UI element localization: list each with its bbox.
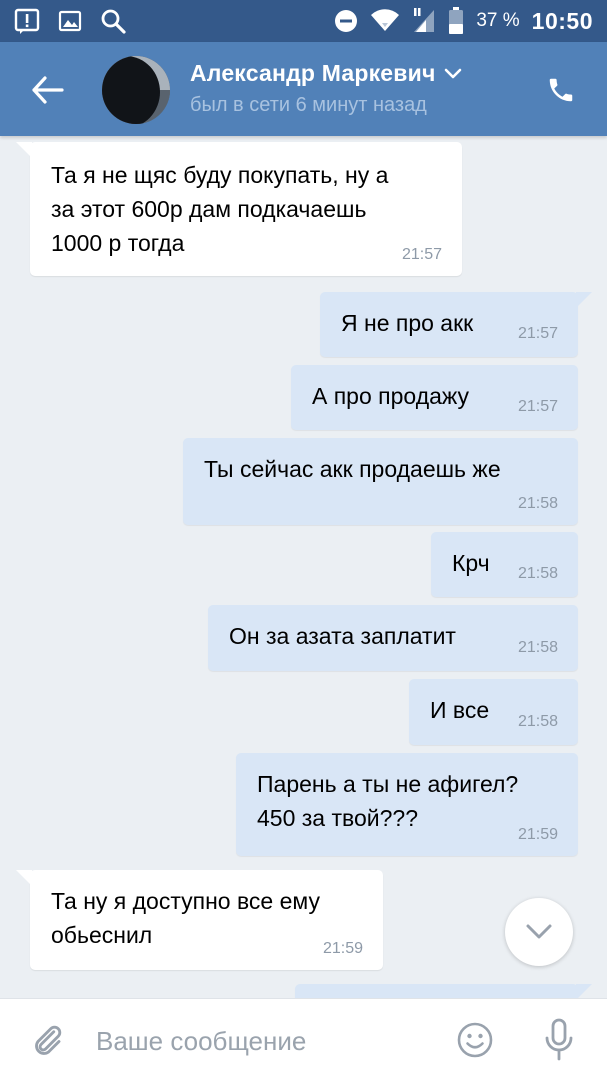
message-bubble-outgoing[interactable]: Я не про акк 21:57 — [320, 292, 592, 357]
chat-header: Александр Маркевич был в сети 6 минут на… — [0, 42, 607, 136]
back-button[interactable] — [26, 68, 70, 112]
contact-name: Александр Маркевич — [190, 60, 436, 86]
message-time: 21:59 — [322, 940, 363, 957]
message-bubble-incoming[interactable]: Та я не щяс буду покупать, ну а за этот … — [16, 142, 462, 276]
wifi-icon — [370, 9, 400, 33]
battery-icon — [448, 7, 464, 35]
message-bubble-outgoing[interactable]: А про продажу 21:57 — [291, 365, 578, 430]
message-text: И все — [430, 697, 490, 723]
chevron-down-icon — [525, 923, 553, 941]
message-time: 21:58 — [517, 713, 558, 730]
message-text: Та я не щяс буду покупать, ну а за этот … — [51, 162, 389, 256]
chevron-down-icon — [444, 68, 462, 80]
message-bubble-outgoing-partial[interactable] — [295, 984, 592, 998]
message-time: 21:58 — [517, 565, 558, 582]
clock: 10:50 — [531, 7, 593, 34]
contact-name-row[interactable]: Александр Маркевич — [190, 60, 462, 87]
message-text: Та ну я доступно все ему обьеснил — [51, 888, 320, 948]
phone-icon — [546, 75, 576, 105]
message-text: Крч — [452, 550, 490, 576]
message-bubble-outgoing[interactable]: И все 21:58 — [409, 679, 578, 745]
contact-status: был в сети 6 минут назад — [190, 94, 427, 116]
emoji-button[interactable] — [452, 1017, 498, 1063]
message-time: 21:57 — [517, 398, 558, 415]
status-bar: 37 % 10:50 — [0, 0, 607, 42]
message-bubble-outgoing[interactable]: Ты сейчас акк продаешь же 21:58 — [183, 438, 578, 525]
search-icon — [100, 8, 126, 34]
bubble-tail — [16, 870, 32, 886]
message-time: 21:57 — [517, 325, 558, 342]
bubble-tail — [576, 984, 592, 998]
message-input[interactable] — [96, 1021, 426, 1061]
call-button[interactable] — [539, 68, 583, 112]
message-bubble-outgoing[interactable]: Он за азата заплатит 21:58 — [208, 605, 578, 671]
message-time: 21:58 — [517, 495, 558, 512]
message-list[interactable]: Та я не щяс буду покупать, ну а за этот … — [0, 136, 607, 998]
bubble-tail — [16, 142, 32, 158]
message-text: Парень а ты не афигел? 450 за твой??? — [257, 771, 519, 831]
message-text: Он за азата заплатит — [229, 623, 456, 649]
notification-alert-icon — [14, 8, 40, 34]
voice-message-button[interactable] — [536, 1015, 582, 1065]
battery-percent: 37 % — [476, 10, 520, 31]
microphone-icon — [544, 1018, 574, 1062]
message-bubble-outgoing[interactable]: Крч 21:58 — [431, 532, 578, 597]
message-time: 21:59 — [517, 826, 558, 843]
avatar[interactable] — [102, 56, 170, 124]
message-text: Я не про акк — [341, 310, 474, 336]
smiley-icon — [456, 1021, 494, 1059]
scroll-to-bottom-button[interactable] — [505, 898, 573, 966]
bubble-tail — [576, 292, 592, 308]
status-bar-right: 37 % 10:50 — [334, 6, 593, 36]
attach-button[interactable] — [24, 1017, 70, 1063]
message-text: А про продажу — [312, 383, 470, 409]
back-arrow-icon — [32, 76, 64, 104]
message-text: Ты сейчас акк продаешь же — [204, 456, 501, 482]
message-composer — [0, 998, 607, 1080]
message-time: 21:57 — [401, 246, 442, 263]
paperclip-icon — [29, 1022, 65, 1058]
gallery-icon — [58, 9, 82, 33]
message-time: 21:58 — [517, 639, 558, 656]
signal-icon — [412, 8, 436, 34]
message-bubble-outgoing[interactable]: Парень а ты не афигел? 450 за твой??? 21… — [236, 753, 578, 856]
do-not-disturb-icon — [334, 9, 358, 33]
message-bubble-incoming[interactable]: Та ну я доступно все ему обьеснил 21:59 — [16, 870, 383, 970]
status-bar-left — [14, 6, 126, 36]
